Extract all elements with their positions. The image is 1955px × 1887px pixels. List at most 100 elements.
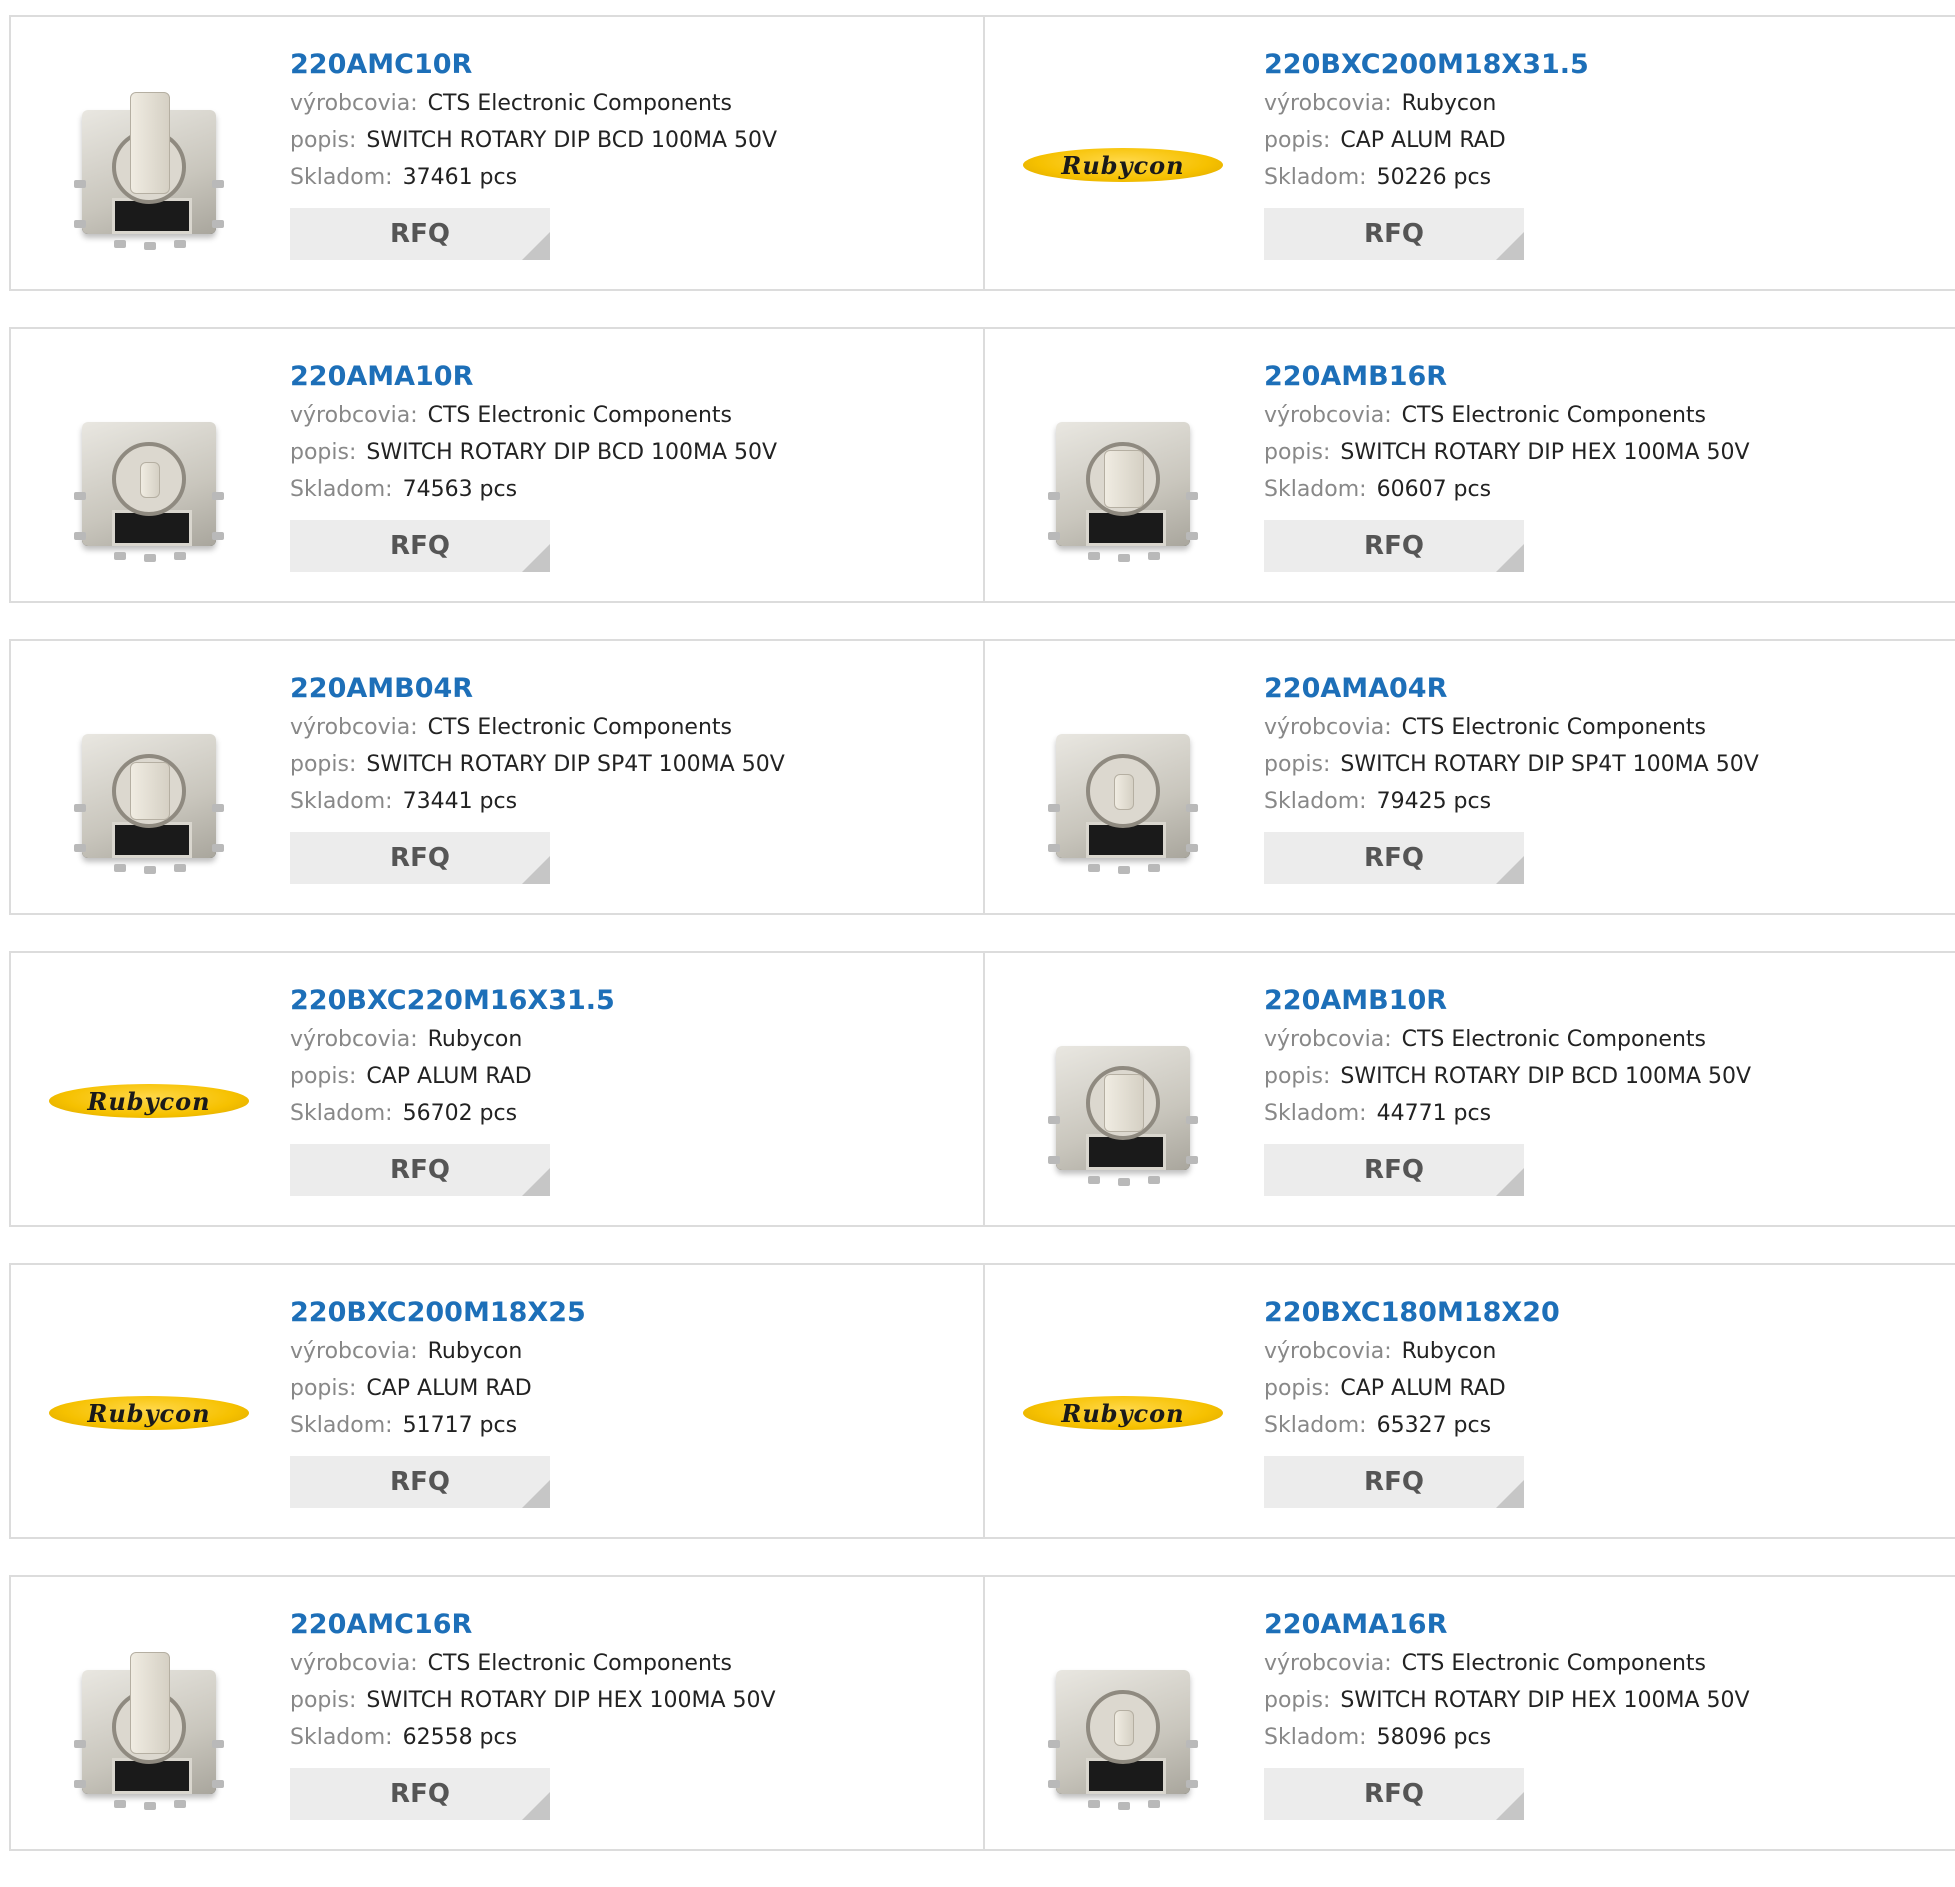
- stock-label: Skladom:: [1264, 165, 1367, 190]
- rotary-switch-image: [54, 382, 244, 572]
- product-row: 220AMB04R výrobcovia: CTS Electronic Comp…: [9, 639, 1955, 915]
- product-image-link[interactable]: [49, 689, 249, 889]
- product-image-link[interactable]: Rubycon: [49, 1001, 249, 1201]
- part-number-link[interactable]: 220AMC16R: [290, 1607, 776, 1643]
- manufacturer-line: výrobcovia: Rubycon: [1264, 85, 1589, 122]
- product-image-link[interactable]: [1023, 689, 1223, 889]
- part-number-link[interactable]: 220AMB04R: [290, 671, 785, 707]
- product-image-link[interactable]: [1023, 1001, 1223, 1201]
- description-value: SWITCH ROTARY DIP SP4T 100MA 50V: [366, 752, 785, 777]
- product-row: 220AMC16R výrobcovia: CTS Electronic Comp…: [9, 1575, 1955, 1851]
- corner-fold-icon: [1496, 1168, 1524, 1196]
- stock-line: Skladom: 60607 pcs: [1264, 471, 1750, 508]
- product-image-link[interactable]: [49, 1625, 249, 1825]
- stock-line: Skladom: 58096 pcs: [1264, 1719, 1750, 1756]
- rfq-label: RFQ: [1364, 1467, 1424, 1497]
- corner-fold-icon: [1496, 232, 1524, 260]
- rfq-button[interactable]: RFQ: [1264, 208, 1524, 260]
- product-info: 220AMB10R výrobcovia: CTS Electronic Comp…: [1264, 983, 1751, 1196]
- product-image-link[interactable]: [49, 65, 249, 265]
- manufacturer-label: výrobcovia:: [290, 91, 418, 116]
- rubycon-logo: Rubycon: [1023, 148, 1223, 182]
- description-label: popis:: [1264, 752, 1331, 777]
- description-line: popis: CAP ALUM RAD: [1264, 1370, 1560, 1407]
- part-number-link[interactable]: 220AMA16R: [1264, 1607, 1750, 1643]
- part-number-link[interactable]: 220BXC200M18X31.5: [1264, 47, 1589, 83]
- corner-fold-icon: [1496, 1480, 1524, 1508]
- product-image-link[interactable]: [1023, 377, 1223, 577]
- part-number-link[interactable]: 220BXC200M18X25: [290, 1295, 586, 1331]
- description-value: SWITCH ROTARY DIP HEX 100MA 50V: [1340, 1688, 1750, 1713]
- stock-line: Skladom: 74563 pcs: [290, 471, 777, 508]
- rfq-button[interactable]: RFQ: [290, 1768, 550, 1820]
- manufacturer-line: výrobcovia: CTS Electronic Components: [290, 709, 785, 746]
- rfq-button[interactable]: RFQ: [1264, 1144, 1524, 1196]
- rfq-button[interactable]: RFQ: [290, 832, 550, 884]
- product-card: 220AMC16R výrobcovia: CTS Electronic Comp…: [11, 1577, 983, 1849]
- manufacturer-value: CTS Electronic Components: [1401, 715, 1706, 740]
- stock-line: Skladom: 44771 pcs: [1264, 1095, 1751, 1132]
- stock-label: Skladom:: [290, 1101, 393, 1126]
- corner-fold-icon: [522, 544, 550, 572]
- part-number-link[interactable]: 220AMA04R: [1264, 671, 1759, 707]
- description-value: CAP ALUM RAD: [366, 1376, 532, 1401]
- rfq-button[interactable]: RFQ: [290, 208, 550, 260]
- rotary-switch-image: [1028, 1630, 1218, 1820]
- rfq-button[interactable]: RFQ: [290, 1144, 550, 1196]
- corner-fold-icon: [522, 1480, 550, 1508]
- product-card: 220AMA10R výrobcovia: CTS Electronic Comp…: [11, 329, 983, 601]
- part-number-link[interactable]: 220AMC10R: [290, 47, 777, 83]
- description-value: SWITCH ROTARY DIP HEX 100MA 50V: [366, 1688, 776, 1713]
- part-number-link[interactable]: 220BXC220M16X31.5: [290, 983, 615, 1019]
- rfq-label: RFQ: [390, 1467, 450, 1497]
- rfq-button[interactable]: RFQ: [1264, 1768, 1524, 1820]
- description-value: SWITCH ROTARY DIP HEX 100MA 50V: [1340, 440, 1750, 465]
- description-line: popis: CAP ALUM RAD: [1264, 122, 1589, 159]
- manufacturer-value: CTS Electronic Components: [1401, 1651, 1706, 1676]
- manufacturer-line: výrobcovia: CTS Electronic Components: [1264, 1645, 1750, 1682]
- stock-label: Skladom:: [290, 789, 393, 814]
- description-line: popis: SWITCH ROTARY DIP BCD 100MA 50V: [290, 434, 777, 471]
- manufacturer-value: CTS Electronic Components: [1401, 1027, 1706, 1052]
- part-number-link[interactable]: 220BXC180M18X20: [1264, 1295, 1560, 1331]
- description-value: SWITCH ROTARY DIP BCD 100MA 50V: [366, 440, 778, 465]
- manufacturer-label: výrobcovia:: [1264, 403, 1392, 428]
- corner-fold-icon: [1496, 1792, 1524, 1820]
- description-label: popis:: [290, 1376, 357, 1401]
- part-number-link[interactable]: 220AMB16R: [1264, 359, 1750, 395]
- description-label: popis:: [290, 752, 357, 777]
- description-line: popis: CAP ALUM RAD: [290, 1370, 586, 1407]
- manufacturer-label: výrobcovia:: [1264, 1027, 1392, 1052]
- product-image-link[interactable]: Rubycon: [1023, 65, 1223, 265]
- stock-label: Skladom:: [1264, 1101, 1367, 1126]
- product-card: Rubycon 220BXC180M18X20 výrobcovia: Rubyc…: [983, 1265, 1955, 1537]
- part-number-link[interactable]: 220AMB10R: [1264, 983, 1751, 1019]
- stock-line: Skladom: 79425 pcs: [1264, 783, 1759, 820]
- rfq-button[interactable]: RFQ: [1264, 832, 1524, 884]
- product-card: Rubycon 220BXC200M18X31.5 výrobcovia: Rub…: [983, 17, 1955, 289]
- part-number-link[interactable]: 220AMA10R: [290, 359, 777, 395]
- product-image-link[interactable]: [1023, 1625, 1223, 1825]
- manufacturer-label: výrobcovia:: [290, 715, 418, 740]
- description-line: popis: SWITCH ROTARY DIP HEX 100MA 50V: [290, 1682, 776, 1719]
- product-card: 220AMC10R výrobcovia: CTS Electronic Comp…: [11, 17, 983, 289]
- rfq-button[interactable]: RFQ: [290, 1456, 550, 1508]
- product-image-link[interactable]: Rubycon: [49, 1313, 249, 1513]
- rfq-button[interactable]: RFQ: [1264, 1456, 1524, 1508]
- stock-line: Skladom: 65327 pcs: [1264, 1407, 1560, 1444]
- rfq-button[interactable]: RFQ: [1264, 520, 1524, 572]
- description-label: popis:: [290, 128, 357, 153]
- description-label: popis:: [290, 1064, 357, 1089]
- stock-value: 62558 pcs: [402, 1725, 518, 1750]
- manufacturer-value: Rubycon: [427, 1339, 523, 1364]
- product-image-link[interactable]: [49, 377, 249, 577]
- product-info: 220BXC180M18X20 výrobcovia: Rubycon popis…: [1264, 1295, 1560, 1508]
- product-info: 220AMC10R výrobcovia: CTS Electronic Comp…: [290, 47, 777, 260]
- stock-line: Skladom: 62558 pcs: [290, 1719, 776, 1756]
- manufacturer-label: výrobcovia:: [1264, 1651, 1392, 1676]
- rfq-button[interactable]: RFQ: [290, 520, 550, 572]
- description-line: popis: SWITCH ROTARY DIP BCD 100MA 50V: [1264, 1058, 1751, 1095]
- stock-value: 60607 pcs: [1376, 477, 1492, 502]
- rotary-switch-image: [1028, 1006, 1218, 1196]
- product-image-link[interactable]: Rubycon: [1023, 1313, 1223, 1513]
